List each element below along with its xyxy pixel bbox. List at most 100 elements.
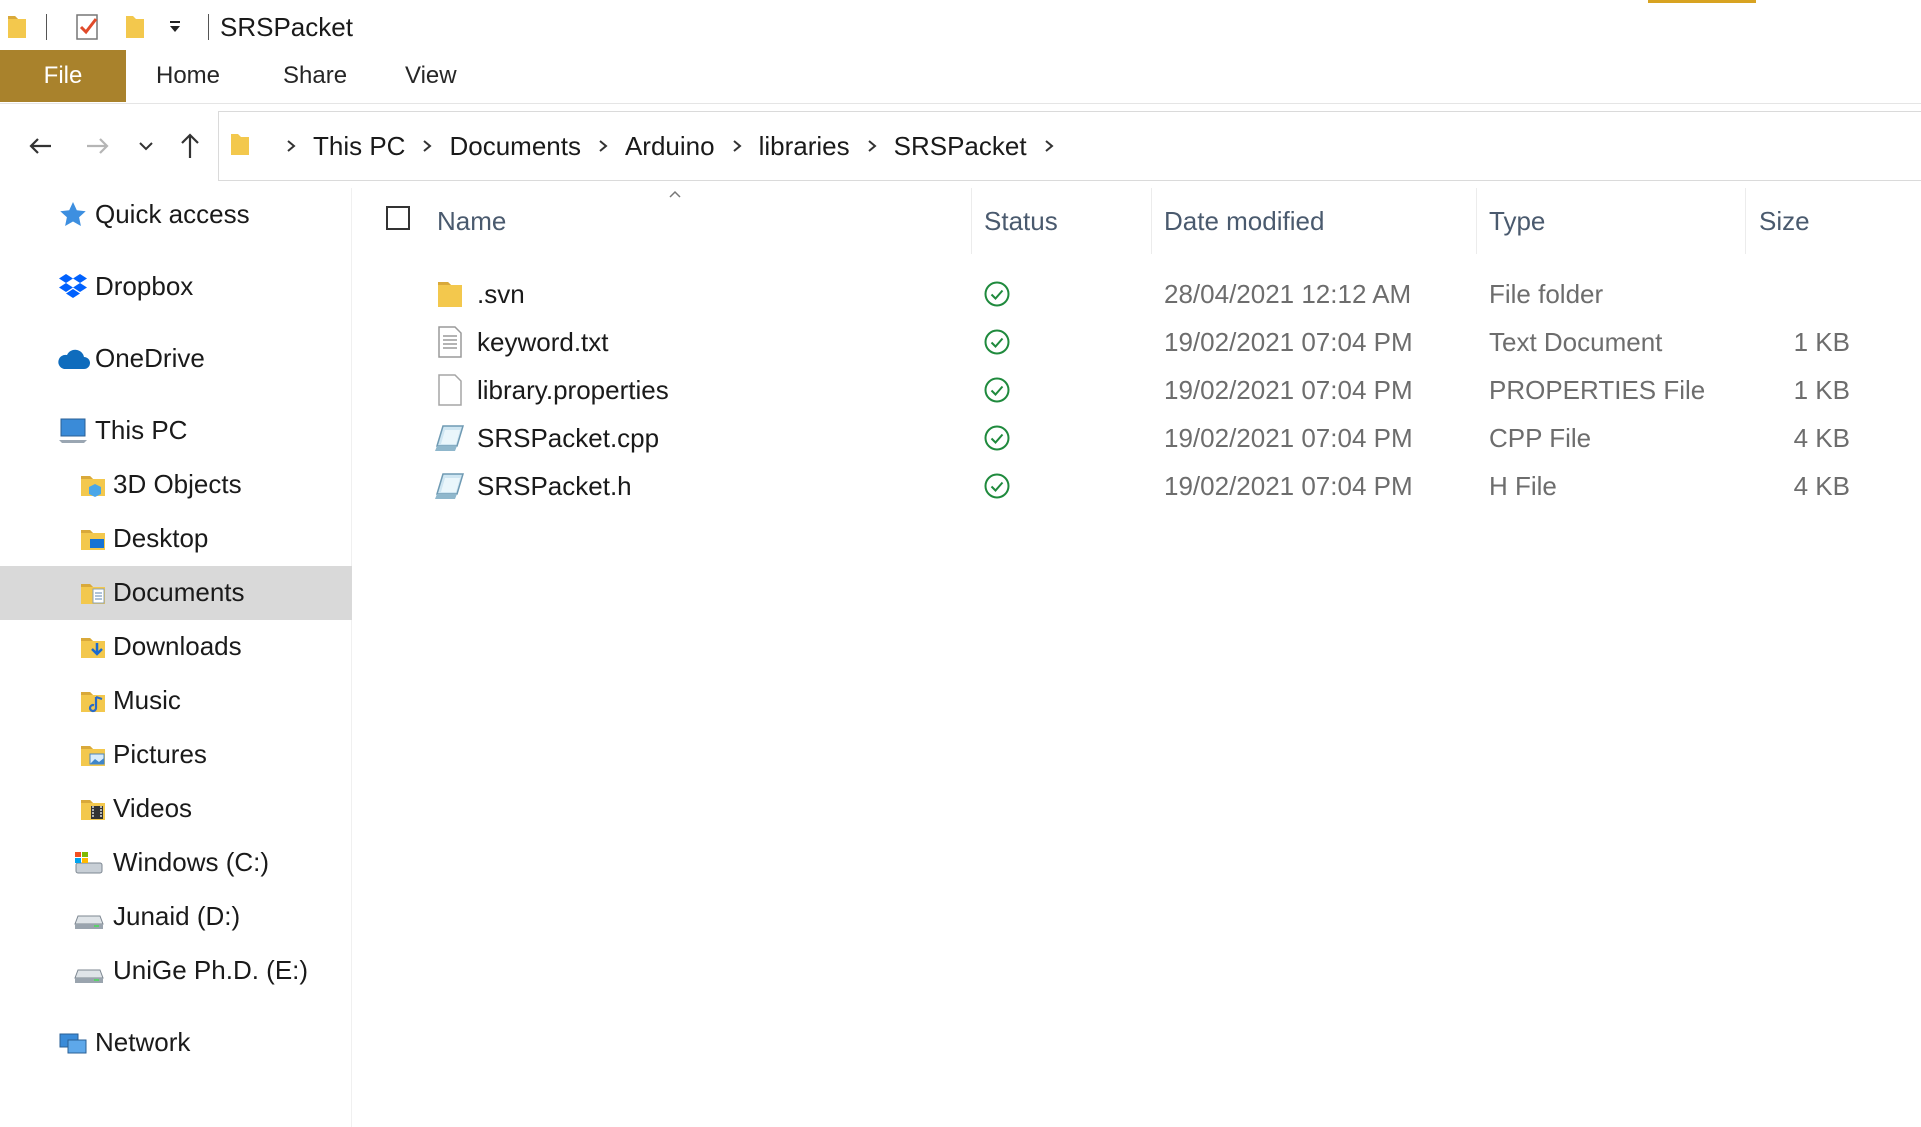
file-date-modified: 19/02/2021 07:04 PM (1164, 423, 1413, 453)
sidebar-item-windows-c[interactable]: Windows (C:) (0, 836, 352, 890)
forward-button[interactable] (80, 128, 116, 164)
address-bar[interactable]: This PC Documents Arduino libraries SRSP… (218, 111, 1921, 181)
file-date-modified: 19/02/2021 07:04 PM (1164, 375, 1413, 405)
tab-home[interactable]: Home (156, 50, 220, 102)
text-file-icon (432, 324, 468, 360)
chevron-right-icon[interactable] (1027, 136, 1071, 156)
breadcrumb-srspacket[interactable]: SRSPacket (894, 131, 1027, 162)
column-header-status[interactable]: Status (984, 188, 1058, 254)
sidebar-item-junaid-d[interactable]: Junaid (D:) (0, 890, 352, 944)
chevron-right-icon[interactable] (581, 136, 625, 156)
up-arrow-icon (181, 133, 199, 158)
drive-icon (72, 954, 106, 988)
table-row[interactable]: SRSPacket.h 19/02/2021 07:04 PM H File 4 KB (360, 462, 1921, 510)
sidebar-item-label: Pictures (113, 739, 207, 769)
sidebar-item-dropbox[interactable]: Dropbox (0, 260, 352, 314)
column-divider[interactable] (1476, 188, 1477, 254)
file-size: 4 KB (1793, 423, 1850, 453)
breadcrumb-documents[interactable]: Documents (449, 131, 581, 162)
sidebar-item-pictures[interactable]: Pictures (0, 728, 352, 782)
file-type: PROPERTIES File (1489, 375, 1706, 405)
network-icon (56, 1026, 90, 1060)
drive-icon (72, 900, 106, 934)
breadcrumb-this-pc[interactable]: This PC (313, 131, 405, 162)
up-button[interactable] (172, 128, 208, 164)
folder-icon[interactable] (6, 12, 28, 45)
sidebar-item-label: Documents (113, 577, 245, 607)
sidebar-item-documents[interactable]: Documents (0, 566, 352, 620)
cloud-icon (56, 342, 90, 376)
chevron-right-icon[interactable] (405, 136, 449, 156)
sidebar-item-videos[interactable]: Videos (0, 782, 352, 836)
customize-dropdown-icon[interactable] (168, 20, 182, 39)
windows-drive-icon (72, 846, 106, 880)
sidebar-item-onedrive[interactable]: OneDrive (0, 332, 352, 386)
music-folder-icon (76, 684, 110, 718)
file-name: SRSPacket.cpp (477, 423, 660, 453)
file-name: keyword.txt (477, 327, 609, 357)
column-header-date-modified[interactable]: Date modified (1164, 188, 1324, 254)
synced-check-icon (983, 376, 1011, 404)
table-row[interactable]: keyword.txt 19/02/2021 07:04 PM Text Docum… (360, 318, 1921, 366)
file-name: library.properties (477, 375, 669, 405)
desktop-folder-icon (76, 522, 110, 556)
navigation-bar: This PC Documents Arduino libraries SRSP… (0, 108, 1921, 184)
tab-view[interactable]: View (405, 50, 457, 102)
file-type: H File (1489, 471, 1557, 501)
file-size: 1 KB (1793, 375, 1850, 405)
sidebar-item-label: This PC (95, 415, 188, 445)
column-header-name[interactable]: Name (437, 188, 506, 254)
file-type: File folder (1489, 279, 1604, 309)
code-file-icon (432, 420, 468, 456)
sort-ascending-icon (668, 186, 682, 204)
file-name: SRSPacket.h (477, 471, 632, 501)
videos-folder-icon (76, 792, 110, 826)
code-file-icon (432, 468, 468, 504)
chevron-right-icon[interactable] (269, 136, 313, 156)
column-divider[interactable] (1745, 188, 1746, 254)
chevron-right-icon[interactable] (850, 136, 894, 156)
chevron-right-icon[interactable] (715, 136, 759, 156)
folder-icon (229, 131, 251, 162)
breadcrumb-arduino[interactable]: Arduino (625, 131, 715, 162)
sidebar-item-desktop[interactable]: Desktop (0, 512, 352, 566)
folder-icon (432, 276, 468, 312)
file-date-modified: 19/02/2021 07:04 PM (1164, 327, 1413, 357)
dropbox-icon (56, 270, 90, 304)
file-type: Text Document (1489, 327, 1663, 357)
sidebar-item-label: Quick access (95, 199, 250, 229)
breadcrumb-libraries[interactable]: libraries (759, 131, 850, 162)
synced-check-icon (983, 424, 1011, 452)
computer-icon (56, 414, 90, 448)
tab-share[interactable]: Share (283, 50, 347, 102)
table-row[interactable]: library.properties 19/02/2021 07:04 PM PRO… (360, 366, 1921, 414)
sidebar-item-label: Network (95, 1027, 191, 1057)
star-icon (56, 198, 90, 232)
column-divider[interactable] (1151, 188, 1152, 254)
column-divider[interactable] (971, 188, 972, 254)
column-header-type[interactable]: Type (1489, 188, 1545, 254)
synced-check-icon (983, 472, 1011, 500)
sidebar-item-this-pc[interactable]: This PC (0, 404, 352, 458)
sidebar-item-3d-objects[interactable]: 3D Objects (0, 458, 352, 512)
back-button[interactable] (22, 128, 58, 164)
recent-locations-button[interactable] (128, 128, 164, 164)
file-name: .svn (477, 279, 525, 309)
table-row[interactable]: SRSPacket.cpp 19/02/2021 07:04 PM CPP File… (360, 414, 1921, 462)
sidebar-item-music[interactable]: Music (0, 674, 352, 728)
sidebar-item-downloads[interactable]: Downloads (0, 620, 352, 674)
sidebar-item-label: OneDrive (95, 343, 205, 373)
sidebar-item-unige-ph-d-e[interactable]: UniGe Ph.D. (E:) (0, 944, 352, 998)
properties-check-icon[interactable] (74, 12, 102, 47)
sidebar-item-label: UniGe Ph.D. (E:) (113, 955, 309, 985)
table-row[interactable]: .svn 28/04/2021 12:12 AM File folder (360, 270, 1921, 318)
sidebar-item-label: Dropbox (95, 271, 194, 301)
new-folder-icon[interactable] (124, 12, 146, 45)
sidebar-item-network[interactable]: Network (0, 1016, 352, 1070)
column-header-size[interactable]: Size (1759, 188, 1810, 254)
sidebar-item-quick-access[interactable]: Quick access (0, 188, 352, 242)
file-list: Name Status Date modified Type Size .svn… (360, 188, 1921, 1127)
tab-file[interactable]: File (0, 50, 126, 102)
select-all-checkbox[interactable] (386, 206, 410, 230)
ribbon-tabs: File Home Share View (0, 50, 1921, 104)
